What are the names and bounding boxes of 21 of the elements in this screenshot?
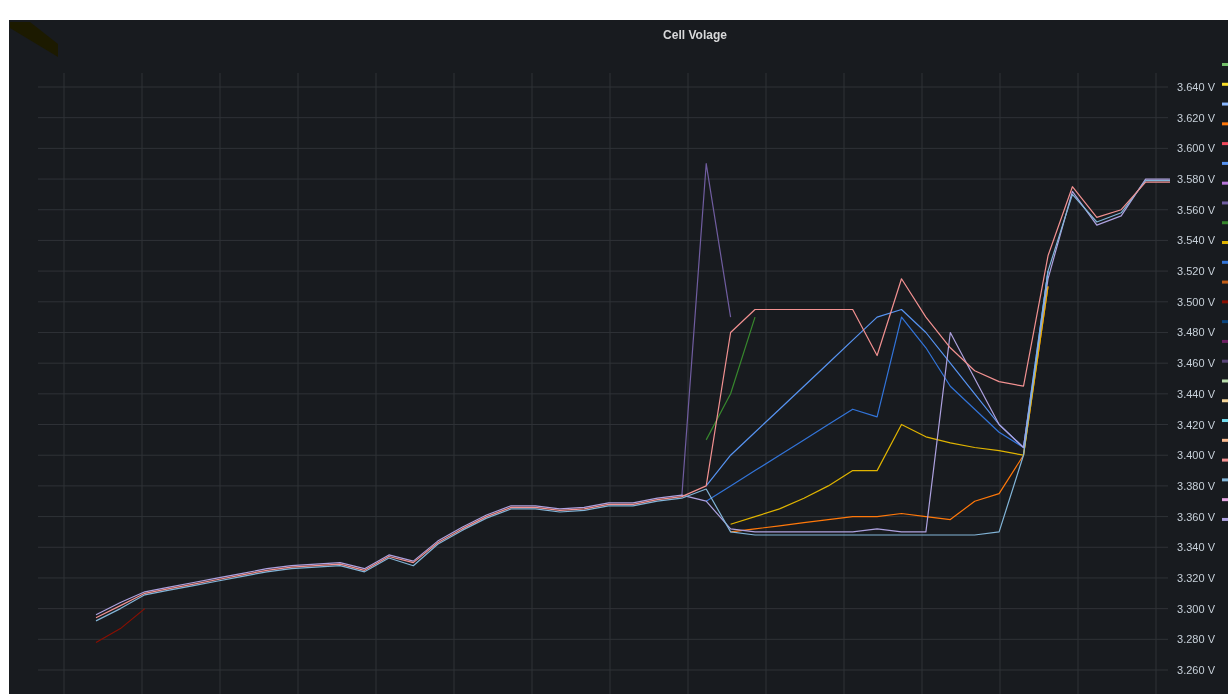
axis-label: 3.640 V (1177, 81, 1215, 93)
axis-label: 3.280 V (1177, 633, 1215, 646)
axis-label: 3.300 V (1177, 602, 1215, 615)
axis-label: 3.540 V (1177, 234, 1215, 247)
axis-label: 3.400 V (1177, 449, 1215, 462)
axis-label: 3.560 V (1177, 203, 1215, 216)
axis-label: 3.380 V (1177, 479, 1215, 492)
axis-label: 3.500 V (1177, 295, 1215, 308)
axis-label: 3.520 V (1177, 265, 1215, 278)
axis-label: 3.480 V (1177, 326, 1215, 339)
axis-label: 3.420 V (1177, 418, 1215, 431)
axis-label: 3.460 V (1177, 357, 1215, 370)
axis-label: 3.260 V (1177, 664, 1215, 676)
axis-label: 3.320 V (1177, 571, 1215, 584)
axis-label: 3.340 V (1177, 541, 1215, 554)
panel-title: Cell Volage (663, 28, 727, 42)
axis-label: 3.600 V (1177, 142, 1215, 155)
axis-label: 3.580 V (1177, 173, 1215, 186)
axis-label: 3.620 V (1177, 111, 1215, 124)
axis-label: 3.360 V (1177, 510, 1215, 523)
axis-label: 3.440 V (1177, 387, 1215, 400)
